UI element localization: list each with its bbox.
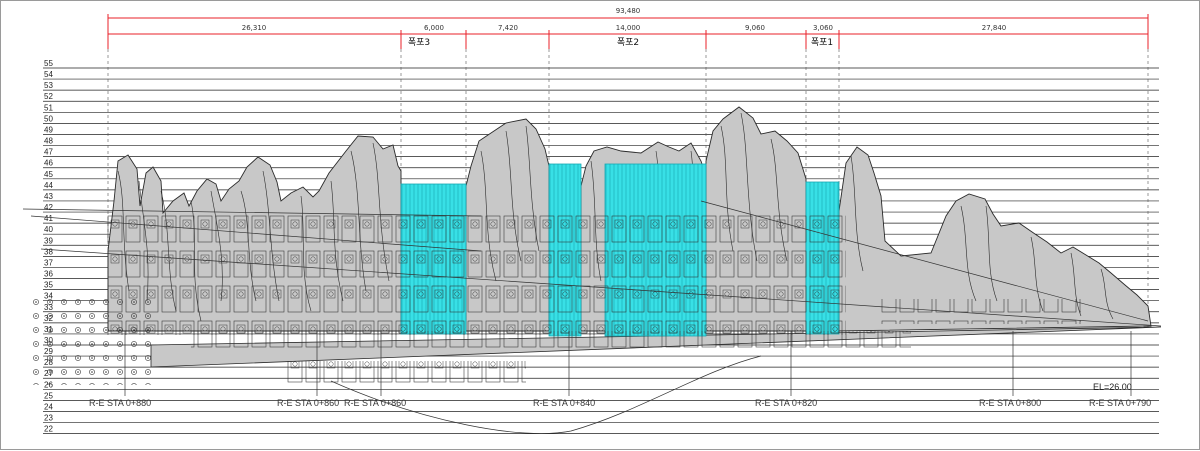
dim-segment-label: 27,840 xyxy=(982,24,1007,32)
dimension-segment-labels: 26,310 6,000 7,420 14,000 9,060 3,060 27… xyxy=(242,24,1007,32)
elevation-label: 55 xyxy=(44,59,53,68)
dim-segment-label: 14,000 xyxy=(616,24,641,32)
module-grid-upper xyxy=(106,213,846,335)
waterfall-label: 폭포1 xyxy=(811,37,833,48)
waterfall-label: 폭포3 xyxy=(408,37,430,48)
elevation-label: 47 xyxy=(44,148,53,157)
elevation-label: 46 xyxy=(44,159,53,168)
elevation-label: 25 xyxy=(44,391,53,400)
elevation-label: 37 xyxy=(44,258,53,267)
dim-total-label: 93,480 xyxy=(616,7,641,15)
dim-segment-label: 7,420 xyxy=(498,24,518,32)
elevation-label: 24 xyxy=(44,402,53,411)
elevation-note: EL=26.00 xyxy=(1093,382,1132,392)
elevation-label: 42 xyxy=(44,203,53,212)
module-grid-lower xyxy=(191,331,911,355)
dim-segment-label: 9,060 xyxy=(745,24,765,32)
elevation-label: 51 xyxy=(44,103,53,112)
elevation-label: 41 xyxy=(44,214,53,223)
elevation-label: 49 xyxy=(44,125,53,134)
station-label: R-E STA 0+820 xyxy=(755,398,817,408)
waterfall-label: 폭포2 xyxy=(617,37,639,48)
elevation-label: 45 xyxy=(44,170,53,179)
elevation-label: 23 xyxy=(44,414,53,423)
station-label: R-E STA 0+800 xyxy=(979,398,1041,408)
station-label: R-E STA 0+840 xyxy=(533,398,595,408)
elevation-label: 40 xyxy=(44,225,53,234)
station-label: R-E STA 0+880 xyxy=(89,398,151,408)
elevation-label: 38 xyxy=(44,247,53,256)
elevation-label: 48 xyxy=(44,137,53,146)
elevation-label: 53 xyxy=(44,81,53,90)
station-label: R-E STA 0+860 xyxy=(277,398,339,408)
elevation-label: 36 xyxy=(44,270,53,279)
dim-segment-label: 6,000 xyxy=(424,24,444,32)
elevation-drawing: 55 54 53 52 51 50 49 48 47 46 45 44 43 42 41 40 39 38 37 36… xyxy=(22,7,1162,434)
module-grid-right xyxy=(881,299,1081,324)
elevation-label: 44 xyxy=(44,181,53,190)
dim-segment-label: 26,310 xyxy=(242,24,267,32)
elevation-label: 39 xyxy=(44,236,53,245)
dim-segment-label: 3,060 xyxy=(813,24,833,32)
elevation-label: 22 xyxy=(44,425,53,434)
pebble-zone xyxy=(33,293,153,385)
station-labels: R-E STA 0+880 R-E STA 0+860 R-E STA 0+86… xyxy=(89,398,1151,408)
elevation-label: 50 xyxy=(44,114,53,123)
module-grid-bottom xyxy=(286,361,526,386)
elevation-label: 52 xyxy=(44,92,53,101)
station-label: R-E STA 0+860 xyxy=(344,398,406,408)
station-label: R-E STA 0+790 xyxy=(1089,398,1151,408)
elevation-label: 54 xyxy=(44,70,53,79)
elevation-label: 35 xyxy=(44,281,53,290)
drawing-frame: 55 54 53 52 51 50 49 48 47 46 45 44 43 42 41 40 39 38 37 36… xyxy=(0,0,1200,450)
elevation-label: 43 xyxy=(44,192,53,201)
